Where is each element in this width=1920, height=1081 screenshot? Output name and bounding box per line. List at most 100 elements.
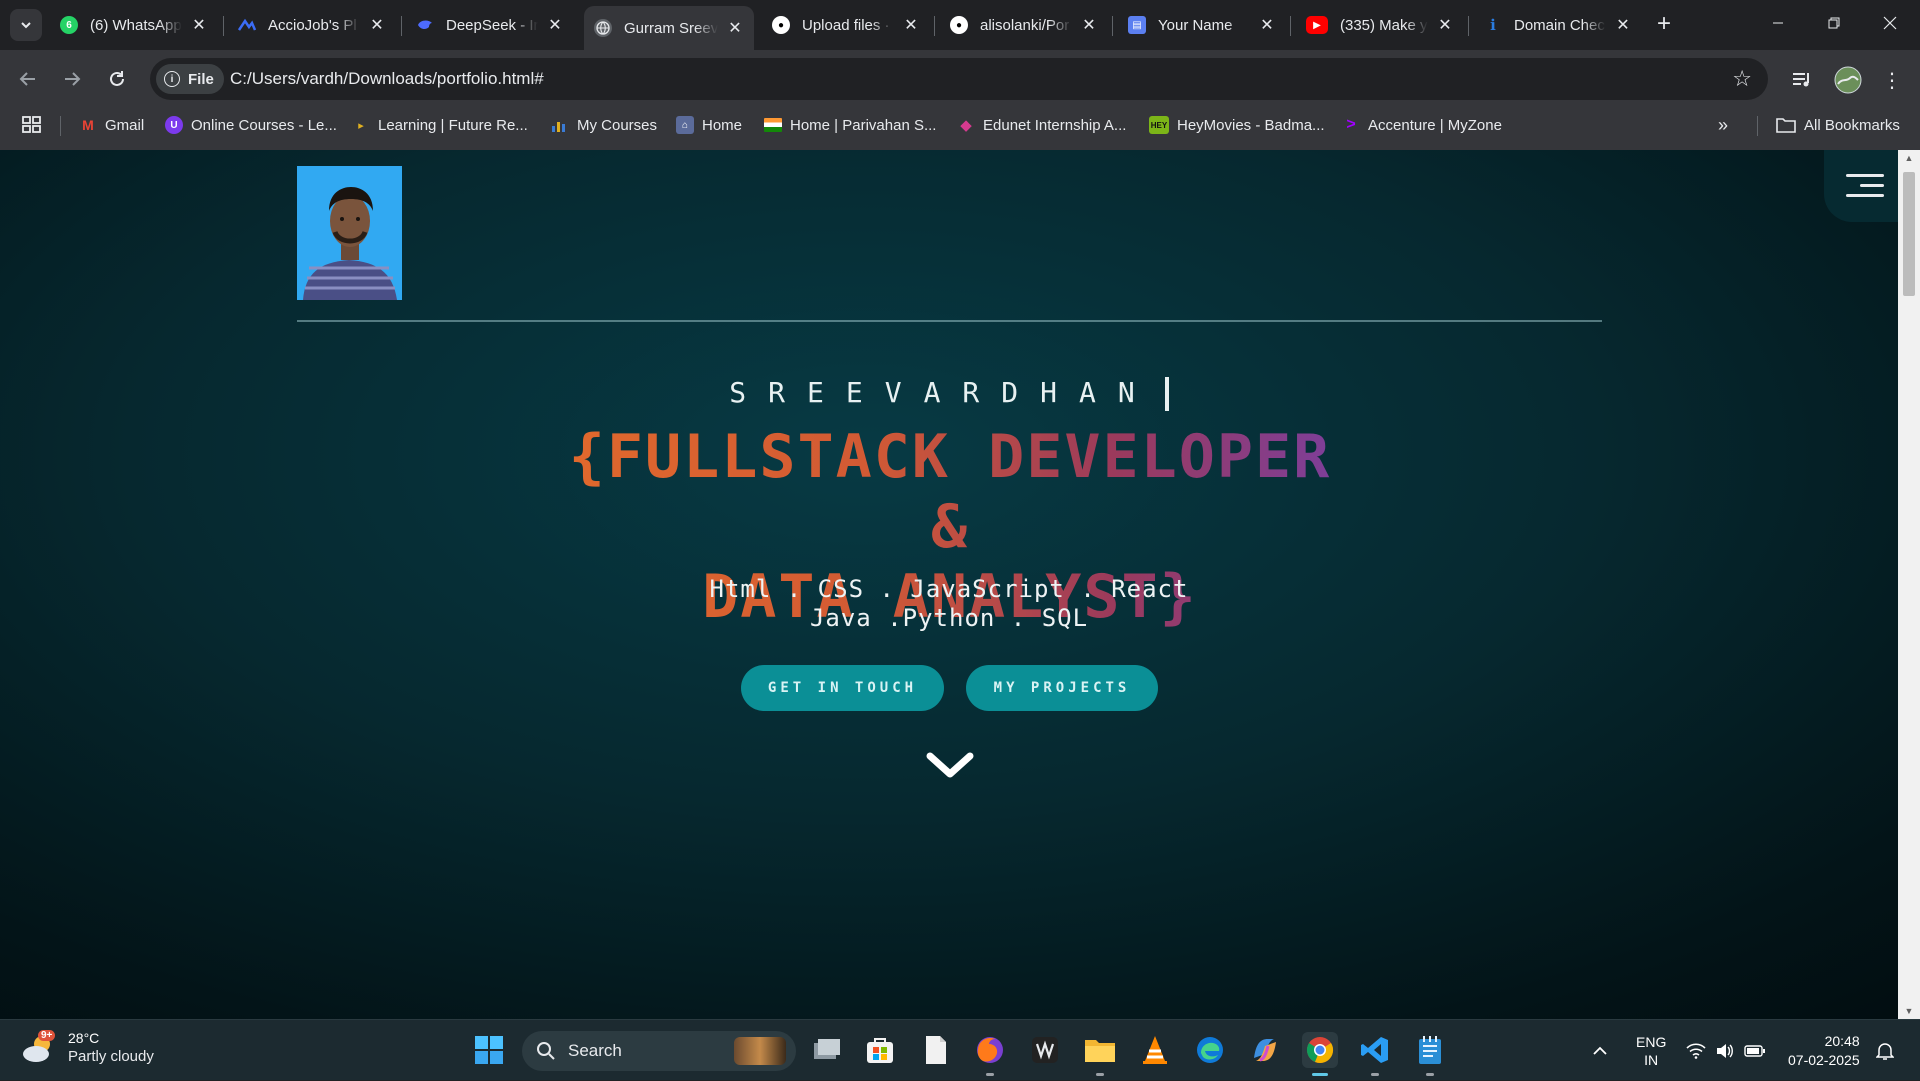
chart-icon [551,116,569,134]
file-explorer-button[interactable] [1082,1032,1118,1076]
close-icon[interactable]: ✕ [1258,16,1276,34]
tab-divider [1468,16,1469,36]
reload-button[interactable] [99,61,135,97]
more-bookmarks-icon[interactable]: » [1718,108,1728,142]
tab-deepseek[interactable]: DeepSeek - Ir ✕ [406,6,574,44]
region-code: IN [1644,1051,1659,1068]
taskbar-search[interactable]: Search [522,1031,796,1071]
bookmark-online-courses[interactable]: U Online Courses - Le... [165,108,337,142]
profile-avatar[interactable] [1832,64,1864,96]
restore-button[interactable] [1806,0,1862,46]
close-icon[interactable]: ✕ [190,16,208,34]
tab-search-button[interactable] [10,9,42,41]
weather-widget[interactable]: 9+ 28°C Partly cloudy [20,1029,154,1067]
bookmark-accenture[interactable]: > Accenture | MyZone [1342,108,1502,142]
my-projects-button[interactable]: MY PROJECTS [966,665,1158,711]
tab-your-name[interactable]: ▤ Your Name ✕ [1118,6,1286,44]
close-icon[interactable]: ✕ [902,16,920,34]
get-in-touch-button[interactable]: GET IN TOUCH [741,665,944,711]
weather-condition: Partly cloudy [68,1048,154,1065]
scroll-up-arrow-icon[interactable]: ▲ [1898,150,1920,166]
bookmark-home[interactable]: ⌂ Home [676,108,742,142]
vscode-icon [1361,1037,1388,1063]
start-button[interactable] [471,1032,507,1068]
tab-domain-check[interactable]: ℹ Domain Chec ✕ [1474,6,1642,44]
minimize-button[interactable] [1750,0,1806,46]
more-menu-icon[interactable]: ⋮ [1876,64,1908,96]
tab-title: Your Name [1158,16,1233,34]
deepseek-icon [416,16,434,34]
whatsapp-icon: 6 [60,16,78,34]
bookmark-heymovies[interactable]: HEY HeyMovies - Badma... [1149,108,1325,142]
tab-alisolanki[interactable]: ● alisolanki/Por ✕ [940,6,1108,44]
search-icon [537,1042,555,1060]
media-controls-icon[interactable] [1786,64,1818,96]
page-scrollbar[interactable]: ▲ ▼ [1898,150,1920,1019]
vscode-button[interactable] [1357,1032,1393,1076]
chevron-up-icon [1593,1046,1607,1055]
courses-icon: U [165,116,183,134]
apps-button[interactable] [22,108,42,142]
task-view-button[interactable] [808,1032,844,1068]
volume-icon [1717,1043,1733,1058]
clock[interactable]: 20:48 07-02-2025 [1788,1020,1860,1081]
language-indicator[interactable]: ENG IN [1636,1020,1666,1081]
microsoft-store-button[interactable] [862,1032,898,1068]
tab-upload-files[interactable]: ● Upload files · ✕ [762,6,930,44]
bookmark-edunet[interactable]: ◆ Edunet Internship A... [957,108,1126,142]
weather-badge: 9+ [38,1030,56,1041]
bookmark-gmail[interactable]: M Gmail [79,108,144,142]
edunet-icon: ◆ [960,117,972,134]
header-divider [297,320,1602,322]
address-bar[interactable]: i File C:/Users/vardh/Downloads/portfoli… [150,58,1768,100]
notifications-button[interactable] [1876,1020,1894,1081]
close-icon[interactable]: ✕ [726,19,744,37]
system-status-icons[interactable] [1686,1020,1766,1081]
notepad-button[interactable] [1412,1032,1448,1076]
tab-divider [1290,16,1291,36]
close-icon[interactable]: ✕ [546,16,564,34]
bookmark-my-courses[interactable]: My Courses [551,108,657,142]
menu-line-icon [1846,194,1884,197]
search-highlight-image [734,1037,786,1065]
back-button[interactable] [10,61,46,97]
chrome-button-active[interactable] [1302,1032,1338,1076]
close-icon[interactable]: ✕ [368,16,386,34]
reload-icon [110,71,124,86]
close-icon[interactable]: ✕ [1614,16,1632,34]
site-info-chip[interactable]: i File [156,64,224,94]
tab-divider [1112,16,1113,36]
info-icon: i [164,71,180,87]
tab-whatsapp[interactable]: 6 (6) WhatsApp ✕ [50,6,218,44]
apps-grid-icon [22,116,41,133]
search-label: Search [568,1041,622,1060]
copilot-button[interactable] [1247,1032,1283,1068]
firefox-button[interactable] [972,1032,1008,1076]
pycharm-button[interactable] [1027,1032,1063,1068]
close-window-button[interactable] [1862,0,1918,46]
scroll-down-arrow-icon[interactable]: ▼ [1898,1003,1920,1019]
close-icon[interactable]: ✕ [1080,16,1098,34]
folder-icon [1085,1040,1115,1062]
store-icon [867,1038,893,1063]
file-app-button[interactable] [918,1032,954,1068]
bookmark-label: Home [702,116,743,134]
bookmark-star-icon[interactable]: ☆ [1732,66,1752,92]
tab-portfolio-active[interactable]: Gurram Sreev ✕ [584,6,754,50]
menu-line-icon [1846,174,1884,177]
scrollbar-thumb[interactable] [1903,172,1915,296]
bookmark-parivahan[interactable]: Home | Parivahan S... [764,108,936,142]
tab-acciojob[interactable]: AccioJob's Pl ✕ [228,6,396,44]
close-icon[interactable]: ✕ [1436,16,1454,34]
new-tab-button[interactable]: + [1651,12,1677,38]
tab-youtube[interactable]: ▶ (335) Make yo ✕ [1296,6,1464,44]
hero-name: SREEVARDHAN [0,376,1898,411]
url-text[interactable]: C:/Users/vardh/Downloads/portfolio.html# [230,58,544,100]
edge-button[interactable] [1192,1032,1228,1068]
bookmark-learning[interactable]: ▸ Learning | Future Re... [352,108,528,142]
scroll-down-chevron-icon[interactable] [924,748,976,782]
show-hidden-icons[interactable] [1592,1020,1608,1081]
forward-button[interactable] [54,61,90,97]
vlc-button[interactable] [1137,1032,1173,1068]
all-bookmarks-button[interactable]: All Bookmarks [1776,108,1900,142]
